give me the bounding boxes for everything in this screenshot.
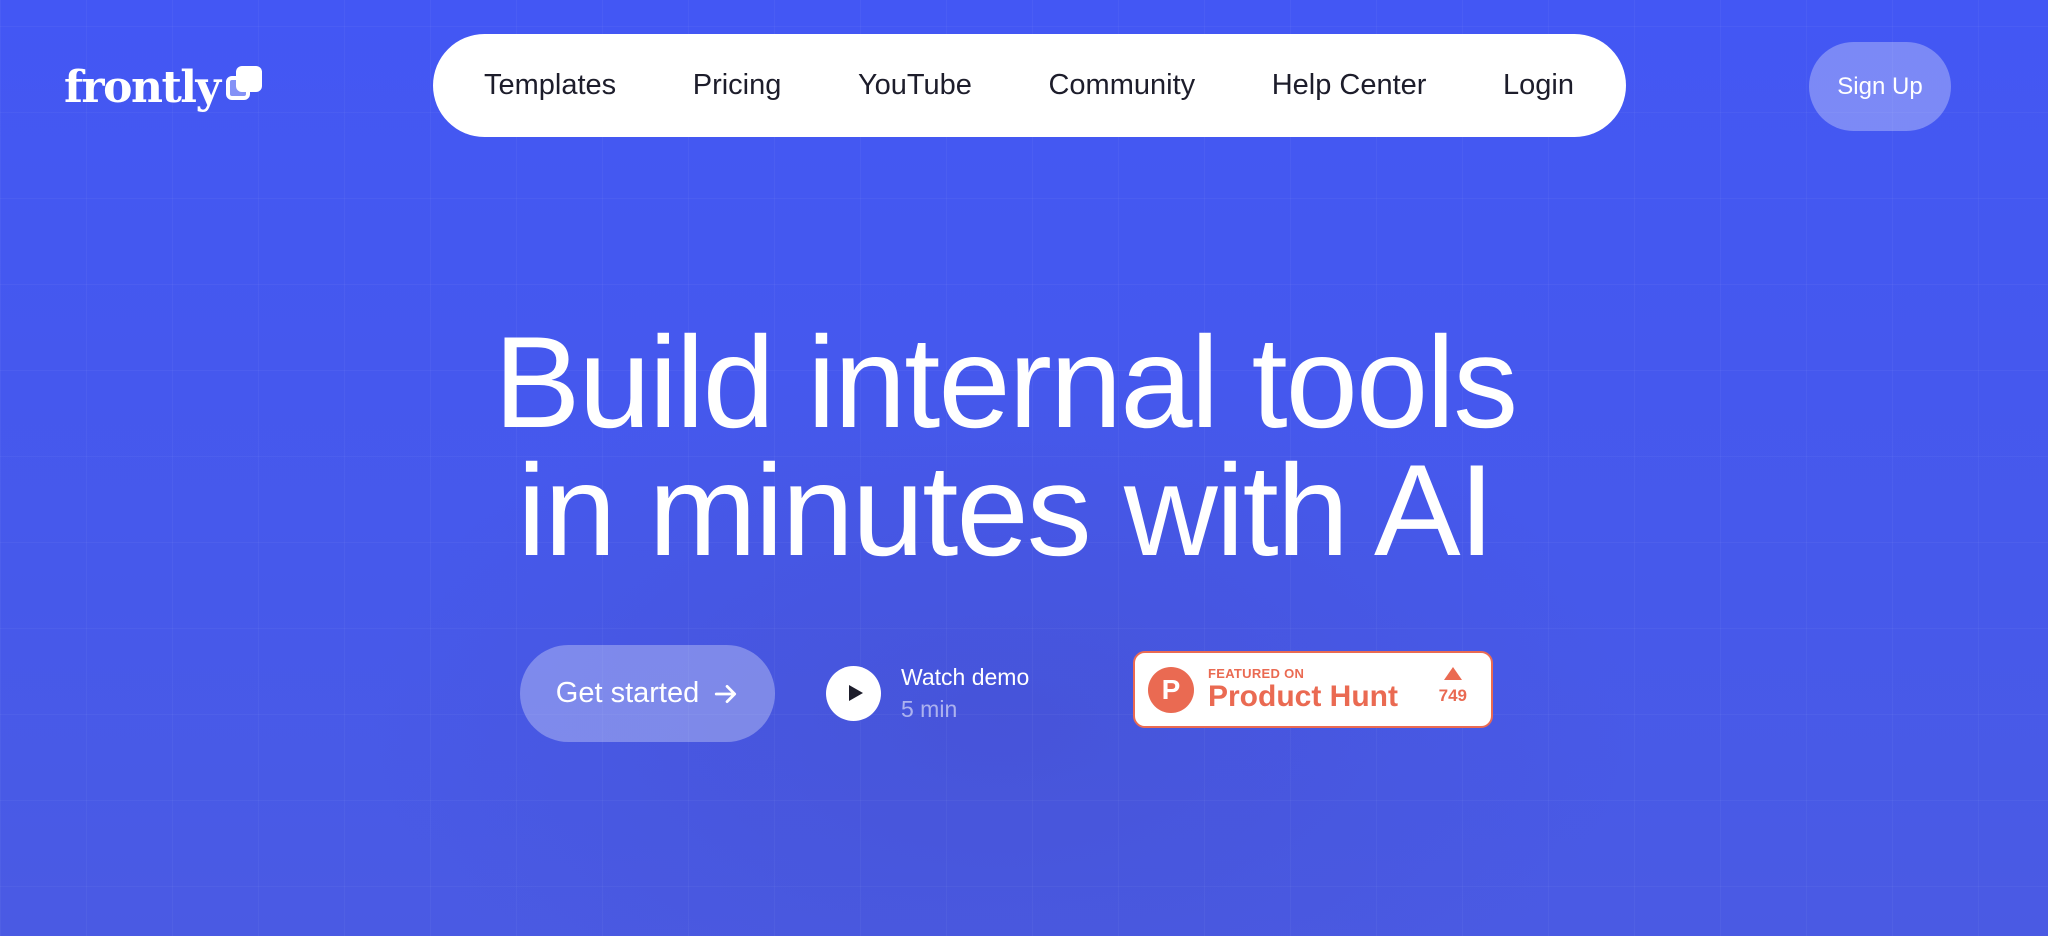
upvote-arrow-icon xyxy=(1443,667,1462,680)
nav-item-pricing[interactable]: Pricing xyxy=(693,69,782,102)
nav-item-community[interactable]: Community xyxy=(1048,69,1195,102)
hero-headline-line-1: Build internal tools xyxy=(493,309,1518,455)
nav-item-login[interactable]: Login xyxy=(1503,69,1574,102)
brand-logo-text: frontly xyxy=(64,62,221,113)
nav-item-templates[interactable]: Templates xyxy=(484,69,616,102)
product-hunt-vote-count: 749 xyxy=(1438,686,1467,705)
page-background: frontly Templates Pricing YouTube Commun… xyxy=(0,0,2048,936)
product-hunt-name: Product Hunt xyxy=(1208,680,1398,713)
play-icon xyxy=(826,665,881,721)
frontly-squares-icon xyxy=(224,64,264,108)
product-hunt-badge[interactable]: P FEATURED ON Product Hunt 749 xyxy=(1133,651,1493,728)
nav-item-youtube[interactable]: YouTube xyxy=(858,69,972,102)
watch-demo-duration: 5 min xyxy=(901,695,958,722)
nav-item-help-center[interactable]: Help Center xyxy=(1272,69,1427,102)
main-navigation: Templates Pricing YouTube Community Help… xyxy=(433,34,1626,137)
product-hunt-text: FEATURED ON Product Hunt xyxy=(1208,666,1398,713)
product-hunt-votes: 749 xyxy=(1439,667,1467,706)
arrow-right-icon xyxy=(715,684,737,703)
sign-up-button[interactable]: Sign Up xyxy=(1809,42,1951,131)
watch-demo-button[interactable]: Watch demo 5 min xyxy=(826,660,1029,726)
get-started-label: Get started xyxy=(555,677,700,709)
watch-demo-title: Watch demo xyxy=(901,663,1030,690)
brand-logo[interactable]: frontly xyxy=(64,58,264,118)
product-hunt-featured-label: FEATURED ON xyxy=(1208,666,1305,681)
watch-demo-text: Watch demo 5 min xyxy=(901,664,1029,723)
get-started-button[interactable]: Get started xyxy=(520,645,775,742)
hero-headline: Build internal tools in minutes with AI xyxy=(0,309,2010,583)
product-hunt-logo-icon: P xyxy=(1148,666,1194,713)
hero-headline-line-2: in minutes with AI xyxy=(517,437,1495,583)
